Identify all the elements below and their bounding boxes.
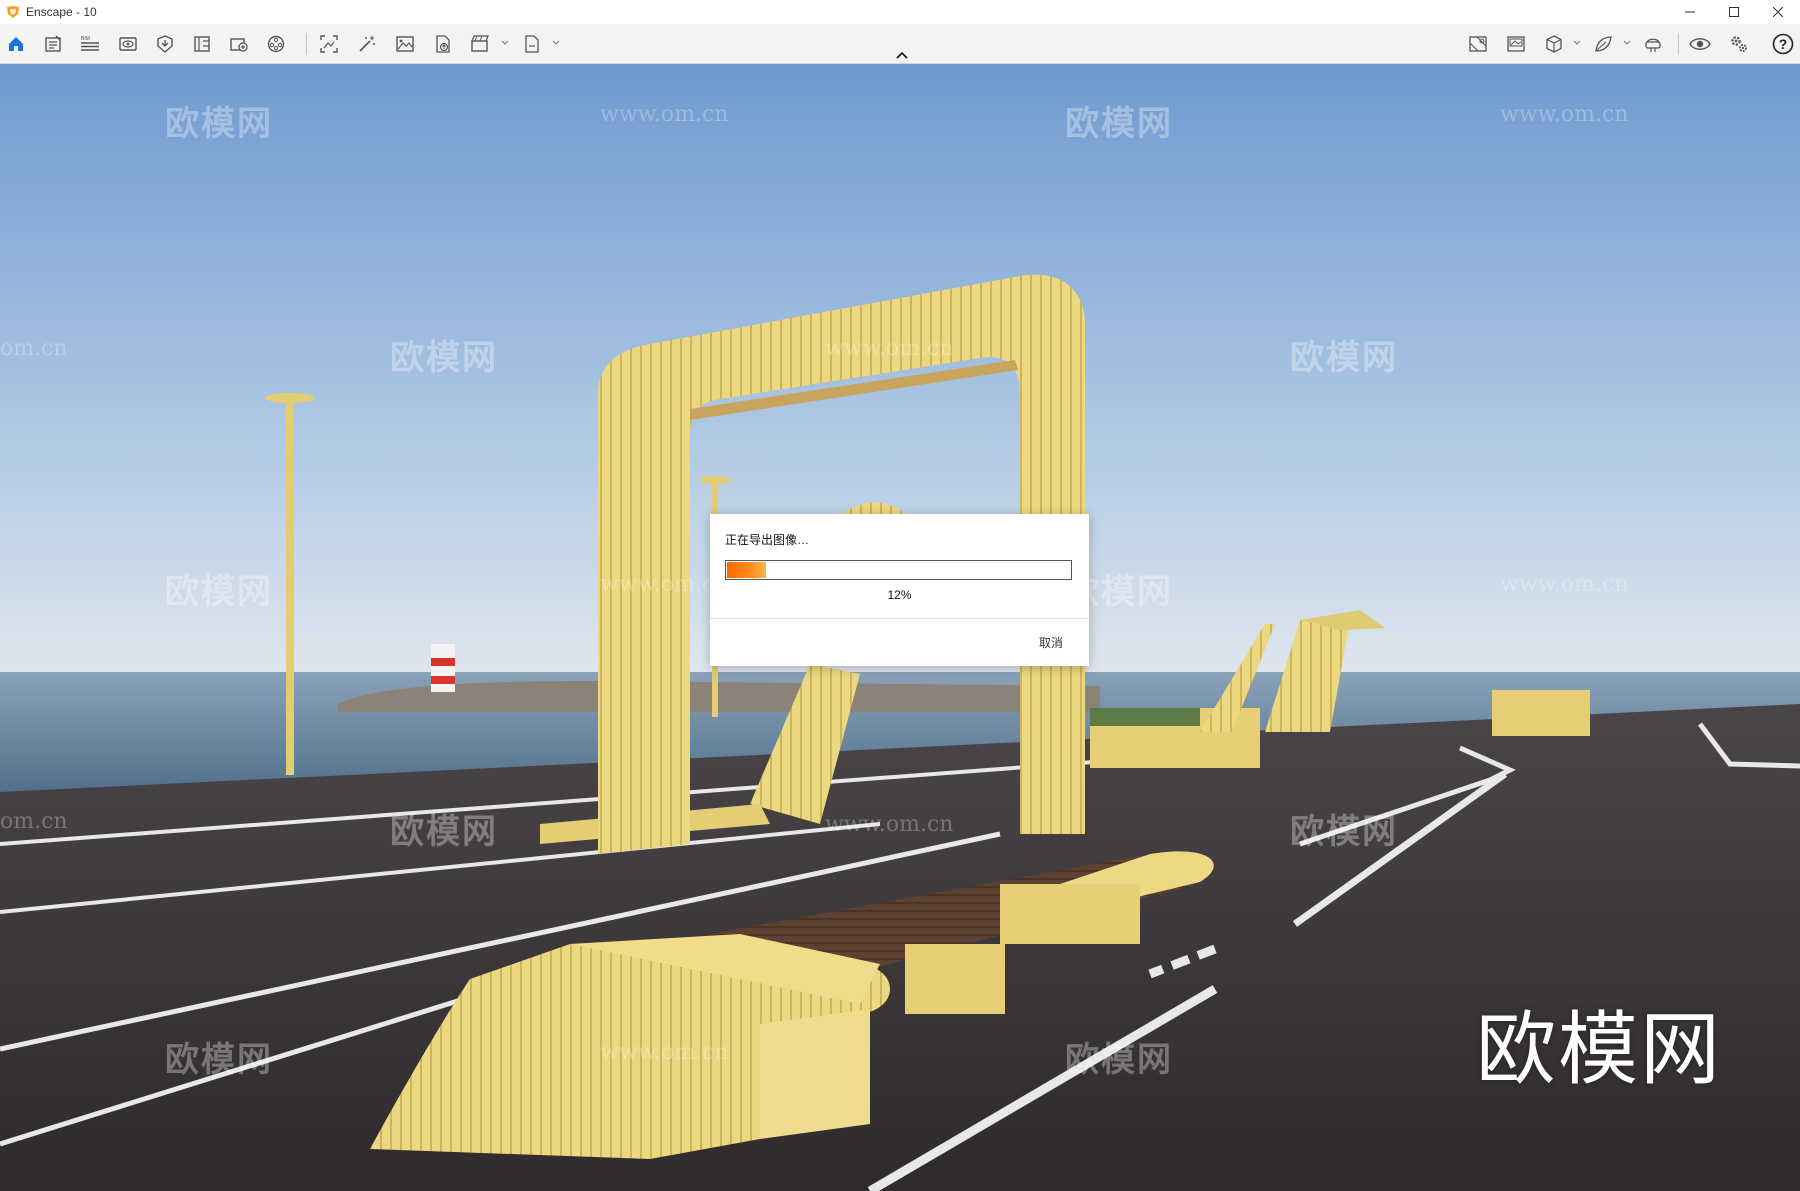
watermark-url: www.om.cn <box>825 812 954 837</box>
window-title: Enscape - 10 <box>26 5 97 19</box>
chevron-down-icon[interactable] <box>1573 38 1581 48</box>
watermark-url: om.cn <box>0 809 68 834</box>
batch-render-icon <box>230 38 248 52</box>
vr-headset-icon <box>1645 38 1661 52</box>
close-button[interactable] <box>1756 0 1800 24</box>
watermark-text: 欧模网 <box>1065 1040 1173 1080</box>
svg-text:?: ? <box>1779 36 1788 52</box>
export-progress-dialog: 正在导出图像… 12% 取消 <box>710 514 1089 666</box>
window-controls <box>1668 0 1800 24</box>
watermark-text: 欧模网 <box>1290 338 1398 378</box>
screenshot-button[interactable] <box>317 33 341 55</box>
video-export-button[interactable] <box>469 33 493 55</box>
watermark-text: 欧模网 <box>165 572 273 612</box>
progress-bar-fill <box>727 562 767 578</box>
settings-icon <box>1731 36 1747 52</box>
collapse-toolbar-icon[interactable] <box>894 48 910 62</box>
cube-view-button[interactable] <box>1542 33 1566 55</box>
logo-watermark: 欧模网 <box>1476 1003 1722 1096</box>
home-button[interactable] <box>4 33 28 55</box>
vr-headset-button[interactable] <box>1641 33 1665 55</box>
bim-icon: BIM <box>81 36 99 51</box>
cube-view-icon <box>1546 35 1562 53</box>
watermark-text: 欧模网 <box>390 338 498 378</box>
export-file-icon <box>525 35 539 53</box>
map-view-button[interactable] <box>1466 33 1490 55</box>
views-icon <box>119 37 137 51</box>
settings-button[interactable] <box>1727 33 1751 55</box>
minimize-button[interactable] <box>1668 0 1712 24</box>
magic-wand-button[interactable] <box>355 33 379 55</box>
watermark-url: www.om.cn <box>600 102 729 127</box>
batch-render-button[interactable] <box>227 33 251 55</box>
asset-library-icon <box>157 35 173 53</box>
chevron-down-icon[interactable] <box>1623 38 1631 48</box>
views-button[interactable] <box>116 33 140 55</box>
map-view-icon <box>1469 36 1487 52</box>
visibility-icon <box>1689 38 1711 50</box>
close-icon <box>1773 7 1783 17</box>
enscape-logo-icon <box>7 6 19 18</box>
watermark-url: www.om.cn <box>825 336 954 361</box>
watermark-text: 欧模网 <box>1065 104 1173 144</box>
toolbar-separator <box>306 33 307 55</box>
toolbar-separator <box>1678 33 1679 55</box>
watermark-text: 欧模网 <box>390 812 498 852</box>
watermark-text: 欧模网 <box>165 1040 273 1080</box>
help-button[interactable]: ? <box>1771 33 1795 55</box>
project-notes-button[interactable] <box>41 33 65 55</box>
upload-button[interactable] <box>431 33 455 55</box>
chevron-down-icon[interactable] <box>552 38 560 48</box>
gallery-icon <box>1507 36 1525 52</box>
dialog-title: 正在导出图像… <box>725 533 810 547</box>
leaf-icon <box>1595 36 1612 52</box>
upload-icon <box>436 35 450 53</box>
svg-text:BIM: BIM <box>81 36 90 42</box>
maximize-icon <box>1729 7 1739 17</box>
chevron-down-icon[interactable] <box>501 38 509 48</box>
panorama-icon <box>267 35 285 53</box>
magic-wand-icon <box>359 36 375 52</box>
maximize-button[interactable] <box>1712 0 1756 24</box>
minimize-icon <box>1685 11 1695 13</box>
screenshot-icon <box>320 35 338 53</box>
dialog-divider <box>710 618 1089 619</box>
material-editor-button[interactable] <box>190 33 214 55</box>
panorama-button[interactable] <box>264 33 288 55</box>
bim-button[interactable]: BIM <box>78 33 102 55</box>
progress-percent-label: 12% <box>887 588 912 602</box>
title-bar: Enscape - 10 <box>0 0 1800 24</box>
visibility-button[interactable] <box>1688 33 1712 55</box>
watermark-url: www.om.cn <box>1500 572 1629 597</box>
material-editor-icon <box>194 36 210 52</box>
render-image-button[interactable] <box>393 33 417 55</box>
project-notes-icon <box>45 35 61 52</box>
asset-library-button[interactable] <box>153 33 177 55</box>
watermark-text: 欧模网 <box>1290 812 1398 852</box>
watermark-url: www.om.cn <box>1500 102 1629 127</box>
gallery-button[interactable] <box>1504 33 1528 55</box>
video-export-icon <box>471 35 489 52</box>
export-file-button[interactable] <box>520 33 544 55</box>
home-icon <box>9 37 23 51</box>
help-icon: ? <box>1772 33 1794 55</box>
leaf-button[interactable] <box>1591 33 1615 55</box>
render-image-icon <box>396 36 414 52</box>
cancel-button[interactable]: 取消 <box>1039 634 1063 651</box>
watermark-text: 欧模网 <box>165 104 273 144</box>
watermark-url: www.om.cn <box>600 1040 729 1065</box>
watermark-url: om.cn <box>0 336 68 361</box>
progress-bar <box>725 560 1072 580</box>
